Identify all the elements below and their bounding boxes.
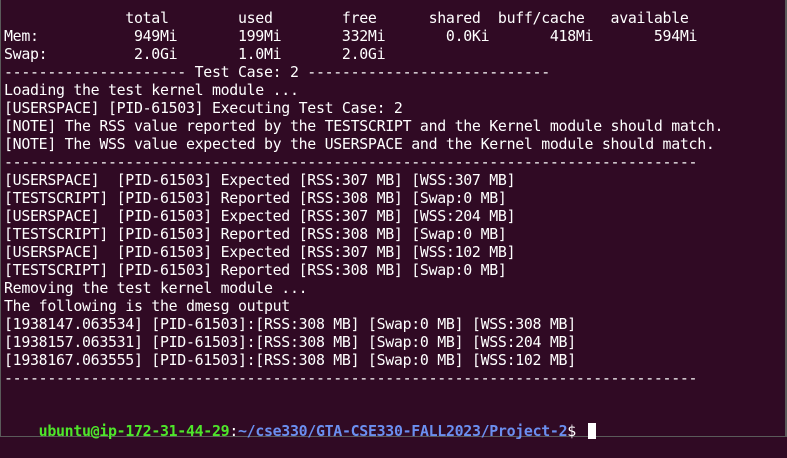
prompt-dollar: $ — [567, 422, 585, 440]
output-line-dmesg: [1938167.063555] [PID-61503]:[RSS:308 MB… — [4, 351, 576, 369]
output-line: [USERSPACE] [PID-61503] Expected [RSS:30… — [4, 207, 516, 225]
output-line: [NOTE] The RSS value reported by the TES… — [4, 117, 724, 135]
output-line: [USERSPACE] [PID-61503] Executing Test C… — [4, 99, 403, 117]
output-line: [USERSPACE] [PID-61503] Expected [RSS:30… — [4, 243, 516, 261]
output-line: [TESTSCRIPT] [PID-61503] Reported [RSS:3… — [4, 225, 507, 243]
output-line: [TESTSCRIPT] [PID-61503] Reported [RSS:3… — [4, 189, 507, 207]
output-line-separator: ----------------------------------------… — [4, 369, 698, 387]
output-line-dmesg: [1938147.063534] [PID-61503]:[RSS:308 MB… — [4, 315, 576, 333]
output-line-dmesg: [1938157.063531] [PID-61503]:[RSS:308 MB… — [4, 333, 576, 351]
output-line-free-header: total used free shared buff/cache availa… — [4, 9, 689, 27]
output-line-test-case-separator: --------------------- Test Case: 2 -----… — [4, 63, 550, 81]
output-line: Removing the test kernel module ... — [4, 279, 308, 297]
output-line: Loading the test kernel module ... — [4, 81, 299, 99]
output-line-mem: Mem: 949Mi 199Mi 332Mi 0.0Ki 418Mi 594Mi — [4, 27, 698, 45]
output-line-separator: ----------------------------------------… — [4, 153, 698, 171]
output-line: The following is the dmesg output — [4, 297, 290, 315]
prompt-user-host: ubuntu@ip-172-31-44-29 — [38, 422, 230, 440]
terminal-window[interactable]: total used free shared buff/cache availa… — [0, 0, 787, 440]
shell-prompt[interactable]: ubuntu@ip-172-31-44-29:~/cse330/GTA-CSE3… — [4, 404, 596, 440]
terminal-output: total used free shared buff/cache availa… — [4, 9, 724, 387]
prompt-colon: : — [229, 422, 238, 440]
window-border-left — [0, 0, 1, 437]
prompt-path: ~/cse330/GTA-CSE330-FALL2023/Project-2 — [237, 422, 568, 440]
output-line: [USERSPACE] [PID-61503] Expected [RSS:30… — [4, 171, 516, 189]
output-line-swap: Swap: 2.0Gi 1.0Mi 2.0Gi — [4, 45, 386, 63]
output-line: [NOTE] The WSS value expected by the USE… — [4, 135, 715, 153]
output-line: [TESTSCRIPT] [PID-61503] Reported [RSS:3… — [4, 261, 507, 279]
